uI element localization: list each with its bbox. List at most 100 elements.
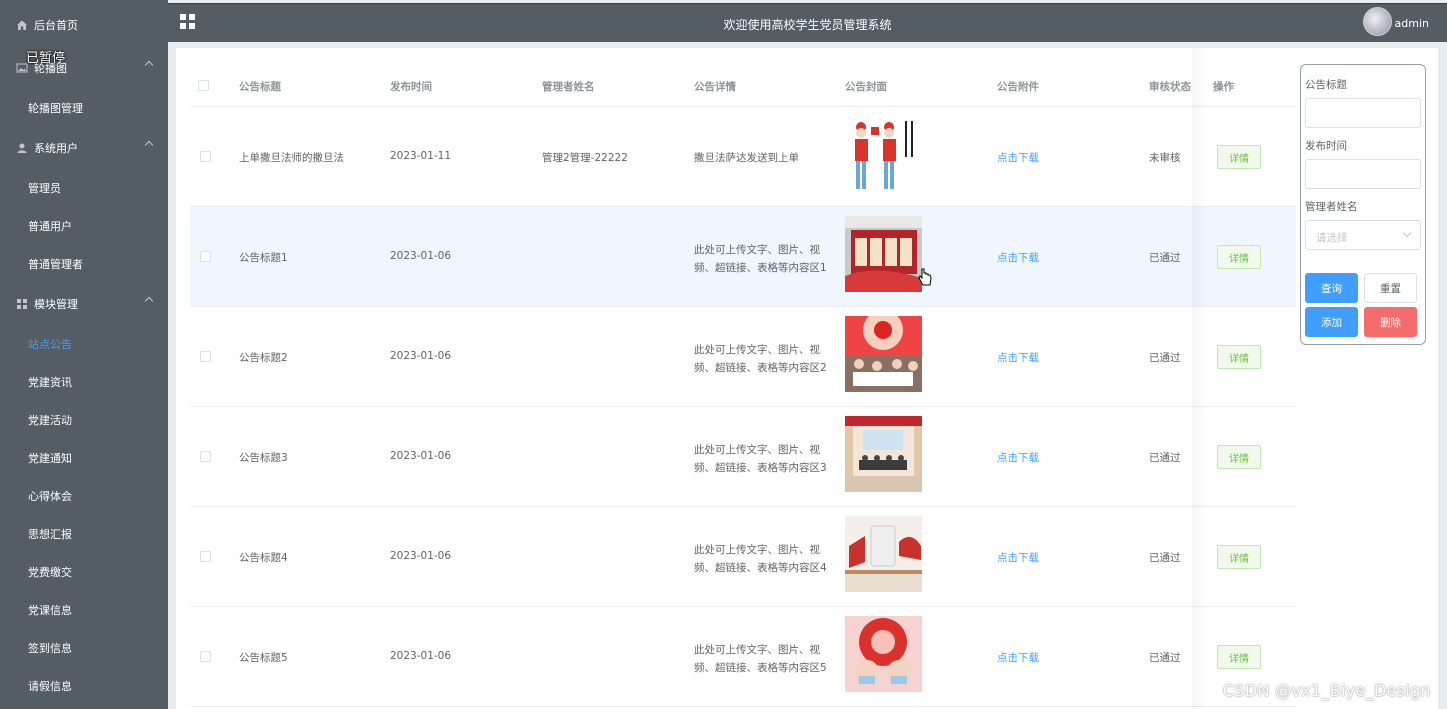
sidebar-item-normal-manager[interactable]: 普通管理者 [0, 246, 168, 282]
chevron-up-icon [144, 60, 154, 70]
row-checkbox[interactable] [200, 351, 211, 362]
cell-status: 已通过 [1149, 552, 1181, 564]
sidebar-group-modules[interactable]: 模块管理 [0, 286, 168, 322]
download-link[interactable]: 点击下载 [997, 350, 1039, 365]
cell-title: 公告标题4 [239, 552, 288, 564]
column-header-attachment[interactable]: 公告附件 [997, 79, 1039, 94]
user-name[interactable]: admin [1395, 17, 1429, 30]
column-header-action: 操作 [1213, 81, 1234, 93]
sidebar-item-thought-report[interactable]: 思想汇报 [0, 516, 168, 552]
detail-button[interactable]: 详情 [1217, 245, 1261, 269]
cell-detail: 此处可上传文字、图片、视 频、超链接、表格等内容区2 [694, 344, 827, 374]
table-row[interactable]: 公告标题5 2023-01-06 此处可上传文字、图片、视 频、超链接、表格等内… [190, 607, 1296, 707]
cover-image[interactable] [845, 516, 922, 592]
table-row[interactable]: 上单撒旦法师的撒旦法 2023-01-11 管理2管理-22222 撒旦法萨达发… [190, 107, 1296, 207]
user-icon [16, 142, 28, 154]
cover-image[interactable] [845, 616, 922, 692]
row-checkbox[interactable] [200, 651, 211, 662]
main-content: 公告标题 发布时间 管理者姓名 公告详情 公告封面 公告附件 审核状态 操作 上… [176, 48, 1438, 709]
column-header-date[interactable]: 发布时间 [390, 79, 432, 94]
sidebar-item-experience[interactable]: 心得体会 [0, 478, 168, 514]
sidebar-item-home[interactable]: 后台首页 [0, 7, 168, 43]
download-link[interactable]: 点击下载 [997, 150, 1039, 165]
column-header-manager[interactable]: 管理者姓名 [542, 79, 595, 94]
cover-image[interactable] [845, 119, 922, 195]
detail-button[interactable]: 详情 [1217, 445, 1261, 469]
cell-status: 已通过 [1149, 252, 1181, 264]
download-link[interactable]: 点击下载 [997, 650, 1039, 665]
table-row[interactable]: 公告标题3 2023-01-06 此处可上传文字、图片、视 频、超链接、表格等内… [190, 407, 1296, 507]
home-icon [16, 19, 28, 31]
search-button[interactable]: 查询 [1305, 273, 1358, 303]
paused-overlay: 已暂停 [26, 51, 66, 66]
cell-status: 已通过 [1149, 652, 1181, 664]
cell-title: 公告标题1 [239, 252, 288, 264]
detail-button[interactable]: 详情 [1217, 345, 1261, 369]
cell-title: 公告标题5 [239, 652, 288, 664]
delete-button[interactable]: 删除 [1364, 307, 1417, 337]
select-all-checkbox[interactable] [198, 80, 209, 91]
avatar[interactable] [1363, 7, 1392, 36]
detail-button[interactable]: 详情 [1217, 545, 1261, 569]
add-button[interactable]: 添加 [1305, 307, 1358, 337]
download-link[interactable]: 点击下载 [997, 550, 1039, 565]
sidebar-item-signin-info[interactable]: 签到信息 [0, 630, 168, 666]
sidebar-group-label: 系统用户 [34, 142, 78, 155]
manager-filter-label: 管理者姓名 [1305, 201, 1358, 213]
cell-title: 公告标题2 [239, 352, 288, 364]
column-header-title[interactable]: 公告标题 [239, 79, 281, 94]
row-checkbox[interactable] [200, 251, 211, 262]
cell-status: 已通过 [1149, 452, 1181, 464]
manager-select-placeholder: 请选择 [1316, 232, 1348, 244]
detail-button[interactable]: 详情 [1217, 145, 1261, 169]
sidebar-item-carousel-manage[interactable]: 轮播图管理 [0, 90, 168, 126]
top-bar: 欢迎使用高校学生党员管理系统 admin [168, 3, 1447, 42]
title-filter-input[interactable] [1305, 98, 1421, 128]
manager-select[interactable]: 请选择 [1305, 220, 1421, 250]
sidebar-item-class-info[interactable]: 党课信息 [0, 592, 168, 628]
row-checkbox[interactable] [200, 451, 211, 462]
site-title: 欢迎使用高校学生党员管理系统 [723, 18, 892, 32]
sidebar-item-dues-payment[interactable]: 党费缴交 [0, 554, 168, 590]
reset-button[interactable]: 重置 [1364, 273, 1417, 303]
cell-detail: 此处可上传文字、图片、视 频、超链接、表格等内容区1 [694, 244, 827, 274]
table-header: 公告标题 发布时间 管理者姓名 公告详情 公告封面 公告附件 审核状态 操作 [190, 63, 1296, 107]
sidebar-item-normal-user[interactable]: 普通用户 [0, 208, 168, 244]
cover-image[interactable] [845, 316, 922, 392]
title-filter-label: 公告标题 [1305, 79, 1347, 91]
cell-date: 2023-01-06 [390, 550, 452, 562]
chevron-up-icon [144, 140, 154, 150]
sidebar-item-party-activity[interactable]: 党建活动 [0, 402, 168, 438]
cell-status: 未审核 [1149, 152, 1181, 164]
cell-detail: 此处可上传文字、图片、视 频、超链接、表格等内容区3 [694, 444, 827, 474]
cell-date: 2023-01-06 [390, 250, 452, 262]
table-row[interactable]: 公告标题2 2023-01-06 此处可上传文字、图片、视 频、超链接、表格等内… [190, 307, 1296, 407]
column-header-cover[interactable]: 公告封面 [845, 79, 887, 94]
watermark: CSDN @vx1_Biye_Design [1222, 681, 1431, 700]
sidebar-item-leave-info[interactable]: 请假信息 [0, 668, 168, 704]
date-filter-input[interactable] [1305, 159, 1421, 189]
fixed-column-shadow [1192, 48, 1206, 709]
row-checkbox[interactable] [200, 551, 211, 562]
sidebar-item-admin[interactable]: 管理员 [0, 170, 168, 206]
cell-date: 2023-01-06 [390, 350, 452, 362]
detail-button[interactable]: 详情 [1217, 645, 1261, 669]
column-header-detail[interactable]: 公告详情 [694, 79, 736, 94]
cover-image[interactable] [845, 216, 922, 292]
row-checkbox[interactable] [200, 151, 211, 162]
cell-status: 已通过 [1149, 352, 1181, 364]
cell-date: 2023-01-06 [390, 450, 452, 462]
download-link[interactable]: 点击下载 [997, 450, 1039, 465]
cover-image[interactable] [845, 416, 922, 492]
table-row[interactable]: 公告标题1 2023-01-06 此处可上传文字、图片、视 频、超链接、表格等内… [190, 207, 1296, 307]
download-link[interactable]: 点击下载 [997, 250, 1039, 265]
sidebar-group-label: 模块管理 [34, 298, 78, 311]
sidebar-item-party-news[interactable]: 党建资讯 [0, 364, 168, 400]
column-header-status[interactable]: 审核状态 [1149, 79, 1191, 94]
sidebar-group-system-users[interactable]: 系统用户 [0, 130, 168, 166]
sidebar-item-party-notice[interactable]: 党建通知 [0, 440, 168, 476]
cell-manager: 管理2管理-22222 [542, 152, 628, 164]
sidebar-item-site-notice[interactable]: 站点公告 [0, 326, 168, 362]
cell-detail: 此处可上传文字、图片、视 频、超链接、表格等内容区4 [694, 544, 827, 574]
table-row[interactable]: 公告标题4 2023-01-06 此处可上传文字、图片、视 频、超链接、表格等内… [190, 507, 1296, 607]
